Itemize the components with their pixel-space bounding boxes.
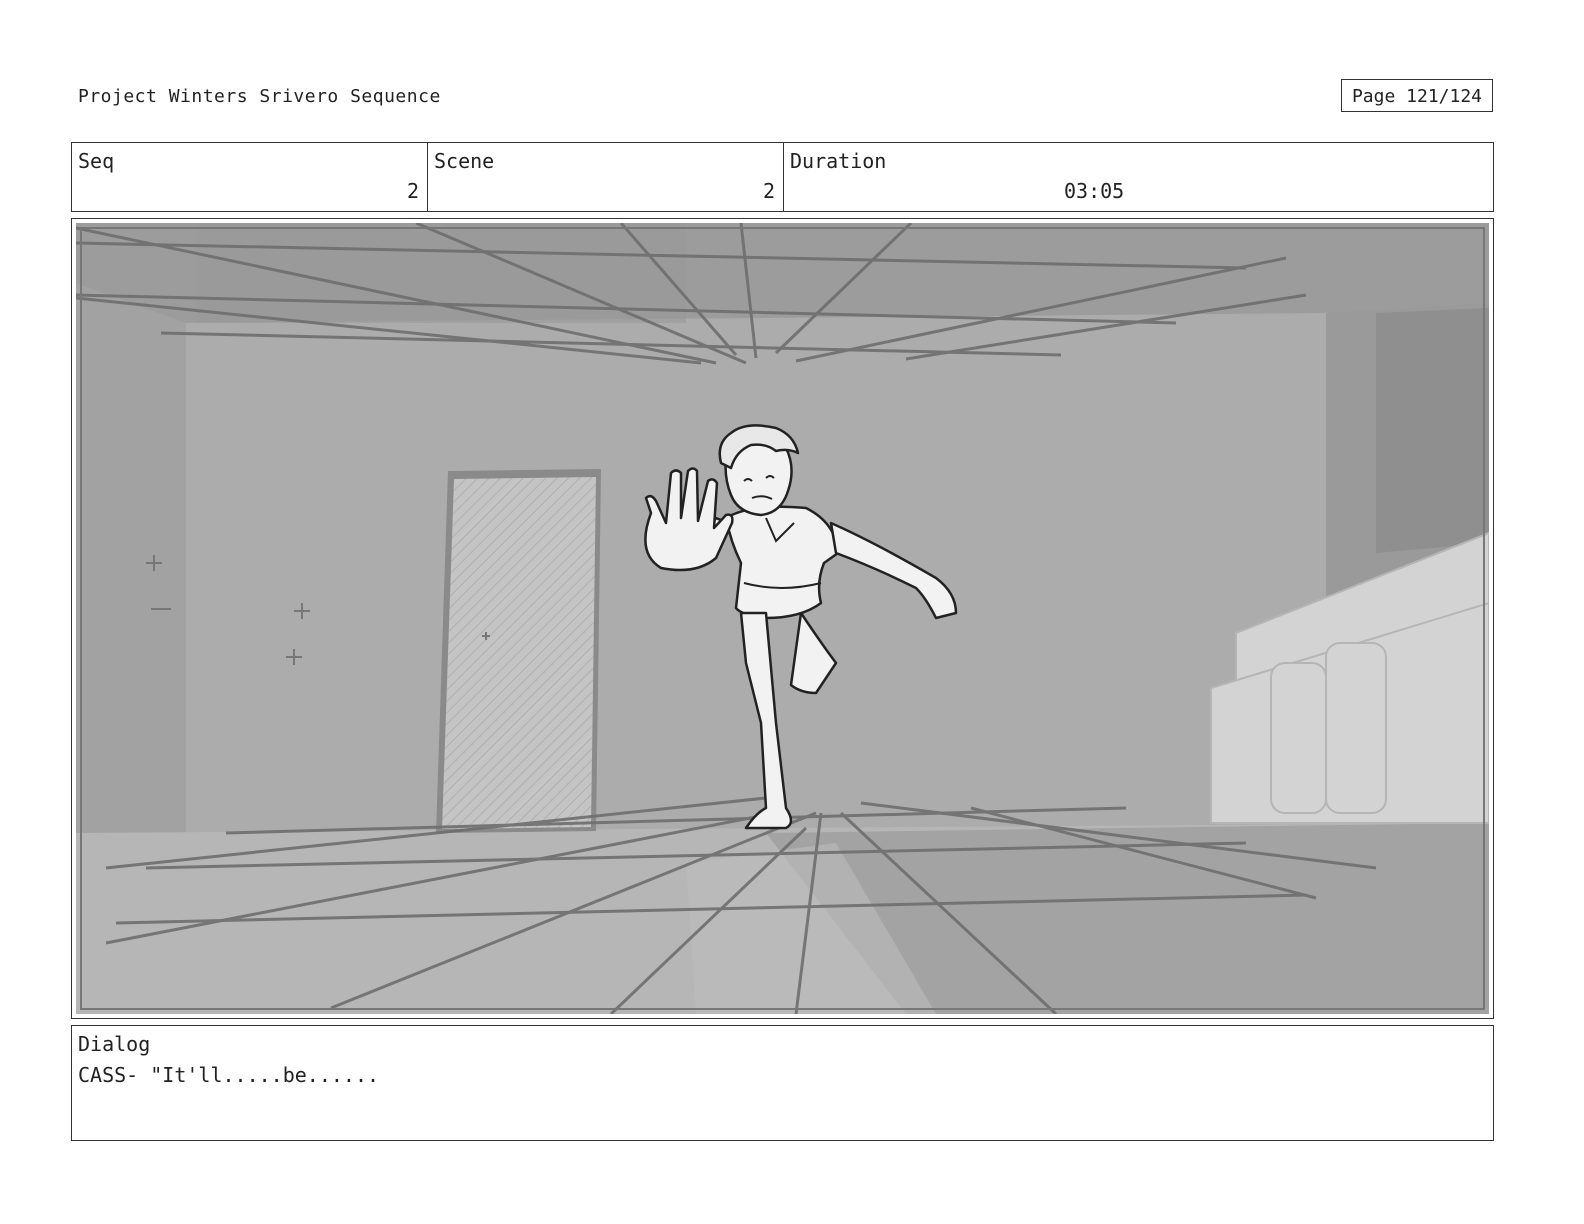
storyboard-panel — [71, 218, 1494, 1019]
duration-cell: Duration 03:05 — [784, 143, 1493, 211]
dialog-text: CASS- "It'll.....be...... — [78, 1063, 380, 1087]
dialog-label: Dialog — [78, 1032, 151, 1056]
scene-value: 2 — [762, 179, 775, 203]
seq-cell: Seq 2 — [72, 143, 428, 211]
storyboard-image — [76, 223, 1489, 1014]
scene-label: Scene — [434, 149, 495, 173]
page-number: Page 121/124 — [1341, 79, 1493, 112]
project-title: Project Winters Srivero Sequence — [78, 86, 441, 107]
dialog-box: Dialog CASS- "It'll.....be...... — [71, 1025, 1494, 1141]
duration-value: 03:05 — [1064, 179, 1125, 203]
duration-label: Duration — [790, 149, 887, 173]
scene-cell: Scene 2 — [428, 143, 784, 211]
seq-label: Seq — [78, 149, 115, 173]
seq-value: 2 — [406, 179, 419, 203]
info-row: Seq 2 Scene 2 Duration 03:05 — [71, 142, 1494, 212]
